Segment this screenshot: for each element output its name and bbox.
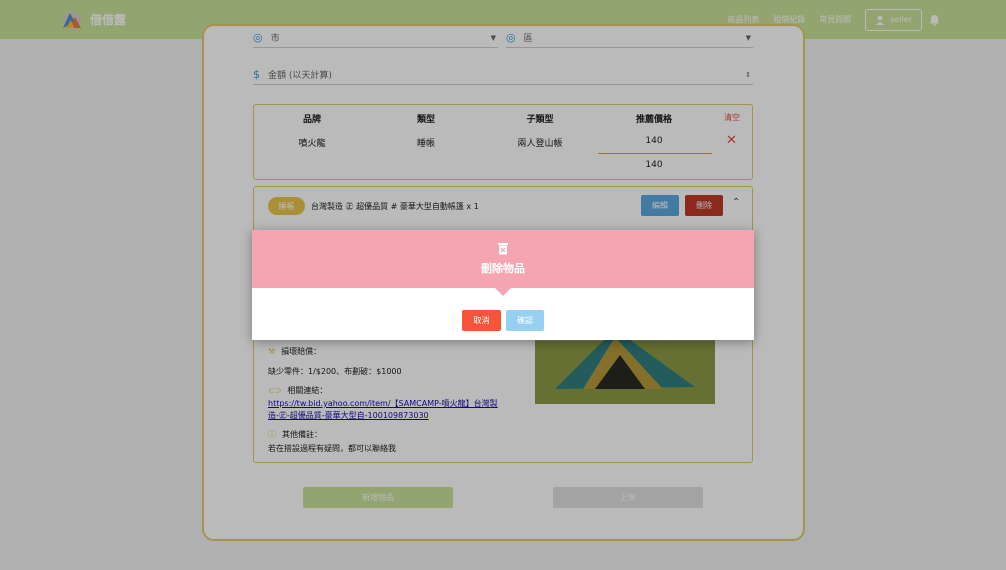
modal-header: 刪除物品 <box>252 230 754 288</box>
modal-arrow <box>495 288 511 296</box>
confirm-button[interactable]: 確認 <box>506 310 544 331</box>
cancel-button[interactable]: 取消 <box>462 310 501 331</box>
trash-icon <box>498 243 508 255</box>
modal-title: 刪除物品 <box>481 262 525 275</box>
delete-modal: 刪除物品 取消 確認 <box>252 230 754 340</box>
